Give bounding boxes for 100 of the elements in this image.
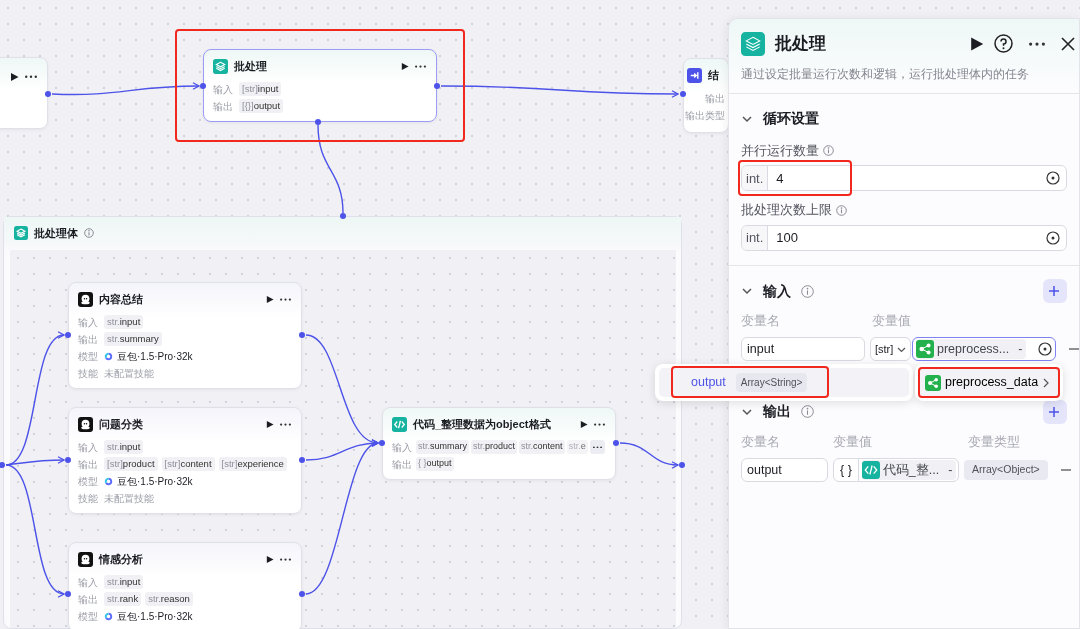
variable-tag: { }output (416, 457, 454, 471)
field-value: 未配置技能 (104, 491, 154, 506)
type-select[interactable]: [str] (870, 337, 911, 362)
run-icon[interactable] (9, 72, 19, 82)
section-title: 循环设置 (763, 109, 819, 128)
port-dot[interactable] (680, 91, 686, 97)
field-label: 输入 (392, 440, 413, 455)
variable-target-icon[interactable] (1046, 171, 1060, 186)
node-title: 批处理 (234, 59, 268, 74)
chevron-icon[interactable] (741, 285, 753, 297)
node-graph-icon (916, 340, 934, 359)
variable-tag: str.input (104, 574, 144, 590)
more-icon[interactable] (415, 64, 426, 68)
run-icon[interactable] (265, 419, 274, 429)
port-dot[interactable] (299, 332, 305, 338)
field-label: 输出 (78, 457, 99, 472)
model-logo-icon (104, 476, 113, 486)
field-label: 模型 (78, 349, 99, 364)
node-title: 情感分析 (99, 552, 144, 567)
add-button[interactable] (1043, 279, 1067, 303)
run-icon[interactable] (265, 294, 274, 304)
field-label: 输出类型 (685, 108, 725, 123)
run-icon[interactable] (265, 554, 274, 564)
workflow-node[interactable]: 内容总结 输入 str.input 输出 str.summary 模型 豆包·1.5·Pro·32k 技能 未配置技能 (68, 282, 302, 389)
number-field[interactable]: int. 100 (741, 225, 1067, 251)
run-icon[interactable] (400, 61, 409, 71)
variable-tag: str.reason (145, 591, 193, 607)
variable-target-icon[interactable] (1046, 231, 1060, 245)
field-label: 模型 (78, 609, 99, 624)
more-icon[interactable] (280, 422, 291, 426)
port-dot[interactable] (434, 83, 440, 89)
variable-tag: [str]product (104, 456, 158, 472)
model-logo-icon (104, 611, 113, 621)
column-header: 变量值 (872, 313, 912, 330)
variable-tag: str.content (519, 440, 565, 454)
port-dot[interactable] (299, 591, 305, 597)
remove-icon[interactable] (1060, 468, 1071, 472)
field-label: 技能 (78, 491, 99, 506)
port-dot[interactable] (315, 119, 321, 125)
more-icon[interactable] (280, 557, 291, 561)
field-label: 输入 (78, 440, 99, 455)
variable-value-field[interactable]: { } 代码_整... - (833, 458, 959, 482)
variable-type: Array<Object> (964, 460, 1048, 480)
workflow-node[interactable]: 批处理 输入 [str]input 输出 [{}]output (203, 49, 437, 122)
field-value: 未配置技能 (104, 366, 154, 381)
field-label: 输出 (78, 332, 99, 347)
port-dot[interactable] (0, 462, 5, 468)
field-label: 输入 (213, 82, 234, 97)
field-label: 模型 (78, 474, 99, 489)
more-icon[interactable] (280, 297, 291, 301)
variable-tag: str.summary (104, 331, 162, 347)
port-dot[interactable] (65, 591, 71, 597)
info-icon (836, 205, 847, 217)
variable-name-field[interactable]: input (741, 337, 865, 362)
port-dot[interactable] (65, 457, 71, 463)
node-title: 结 (708, 68, 720, 83)
info-icon (823, 145, 834, 157)
port-dot[interactable] (65, 332, 71, 338)
field-label: 输入 (78, 575, 99, 590)
port-dot[interactable] (340, 213, 346, 219)
workflow-node[interactable]: 结 输出 输出类型 (683, 58, 729, 133)
port-dot[interactable] (200, 83, 206, 89)
port-dot[interactable] (299, 457, 305, 463)
number-field[interactable]: int. 4 (741, 165, 1067, 192)
close-icon[interactable] (1061, 36, 1075, 51)
variable-value-field[interactable]: preprocess... - (912, 337, 1056, 362)
more-icon[interactable] (25, 75, 37, 79)
run-icon[interactable] (968, 35, 984, 52)
port-dot[interactable] (679, 462, 685, 468)
node-title: 问题分类 (99, 417, 144, 432)
port-dot[interactable] (45, 91, 51, 97)
model-name: 豆包·1.5·Pro·32k (117, 474, 193, 489)
workflow-node[interactable] (0, 57, 48, 129)
more-icon[interactable] (1029, 41, 1045, 46)
field-label: 输入 (78, 315, 99, 330)
node-title: 内容总结 (99, 292, 144, 307)
variable-tag: [str]experience (218, 456, 287, 472)
workflow-node[interactable]: 情感分析 输入 str.input 输出 str.rank str.reason 模型 豆包·1.5·Pro·32k (68, 542, 302, 629)
variable-target-icon[interactable] (1038, 342, 1052, 357)
chat-bot-icon (78, 416, 93, 432)
layers-icon (741, 31, 765, 56)
plus-icon (1049, 286, 1059, 296)
chevron-right-icon (1042, 377, 1051, 388)
add-button[interactable] (1043, 399, 1067, 424)
variable-name-field[interactable]: output (741, 458, 828, 482)
column-header: 变量值 (833, 433, 873, 451)
workflow-node[interactable]: 问题分类 输入 str.input 输出 [str]product [str]content [str]experience 模型 豆包·1.5·Pro·32k 技能 未配置技能 (68, 407, 302, 514)
exit-icon (687, 67, 702, 83)
node-graph-icon (925, 374, 941, 391)
model-logo-icon (104, 351, 113, 361)
section-title: 输入 (763, 281, 791, 301)
remove-icon[interactable] (1069, 347, 1079, 352)
field-label: 输出 (705, 91, 725, 106)
variable-tag: str.summary (416, 440, 470, 454)
chat-bot-icon (78, 551, 93, 567)
group-title: 批处理体 (34, 225, 78, 241)
info-icon (801, 284, 814, 298)
help-icon[interactable] (994, 34, 1013, 54)
dropdown-option[interactable]: output Array<String> (659, 368, 909, 397)
panel-title: 批处理 (775, 33, 827, 55)
